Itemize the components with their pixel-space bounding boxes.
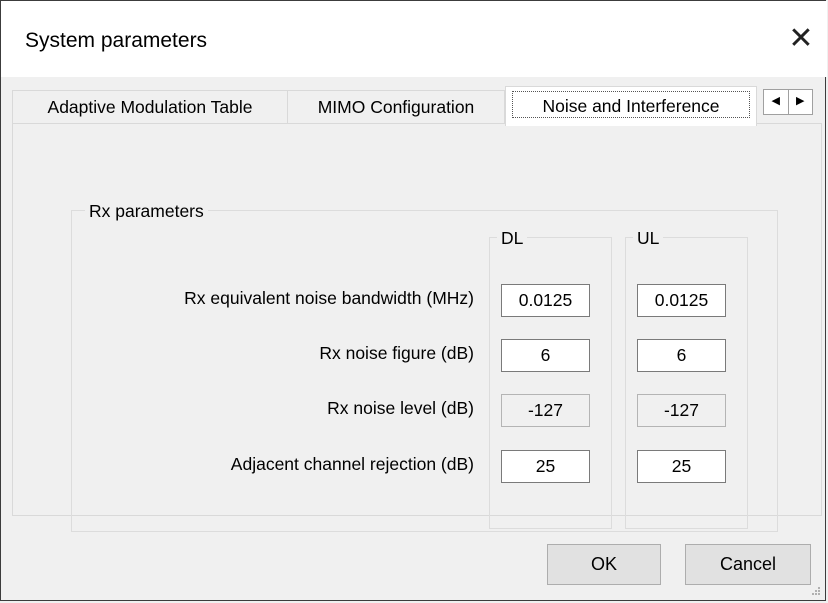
resize-grip-icon[interactable] [811, 586, 821, 596]
tab-noise-and-interference[interactable]: Noise and Interference [505, 86, 757, 126]
ul-noise-bandwidth-input[interactable]: 0.0125 [637, 284, 726, 317]
ok-button[interactable]: OK [547, 544, 661, 585]
tab-mimo-configuration[interactable]: MIMO Configuration [287, 90, 505, 124]
rx-parameters-title: Rx parameters [85, 200, 208, 222]
rx-noise-level-label: Rx noise level (dB) [327, 398, 474, 418]
dl-column-group [489, 237, 612, 529]
rx-noise-figure-label: Rx noise figure (dB) [319, 343, 474, 363]
adjacent-channel-rejection-label: Adjacent channel rejection (dB) [230, 454, 474, 474]
ul-column-group [625, 237, 748, 529]
cancel-button[interactable]: Cancel [685, 544, 811, 585]
dl-noise-level-value: -127 [501, 394, 590, 427]
dl-adjacent-channel-rejection-input[interactable]: 25 [501, 450, 590, 483]
ul-column-title: UL [633, 227, 664, 249]
close-icon[interactable]: ✕ [781, 19, 821, 59]
tab-label: Adaptive Modulation Table [47, 97, 253, 117]
ul-noise-figure-input[interactable]: 6 [637, 339, 726, 372]
arrow-left-icon[interactable]: ◀ [764, 90, 788, 114]
ul-noise-level-value: -127 [637, 394, 726, 427]
tab-scroll-buttons: ◀ ▶ [763, 89, 813, 115]
tab-panel: Rx parameters DL UL Rx equivalent noise … [12, 123, 822, 532]
dialog-window: System parameters ✕ Adaptive Modulation … [0, 0, 827, 601]
ul-adjacent-channel-rejection-input[interactable]: 25 [637, 450, 726, 483]
tab-adaptive-modulation[interactable]: Adaptive Modulation Table [12, 90, 288, 124]
arrow-right-icon[interactable]: ▶ [787, 90, 813, 114]
tab-label: Noise and Interference [512, 91, 750, 118]
tab-label: MIMO Configuration [317, 97, 475, 117]
window-title: System parameters [25, 29, 208, 52]
title-bar: System parameters ✕ [1, 1, 827, 77]
dl-noise-bandwidth-input[interactable]: 0.0125 [501, 284, 590, 317]
dl-noise-figure-input[interactable]: 6 [501, 339, 590, 372]
rx-noise-bandwidth-label: Rx equivalent noise bandwidth (MHz) [184, 288, 474, 308]
tab-strip: Adaptive Modulation Table MIMO Configura… [12, 86, 822, 126]
dl-column-title: DL [497, 227, 528, 249]
